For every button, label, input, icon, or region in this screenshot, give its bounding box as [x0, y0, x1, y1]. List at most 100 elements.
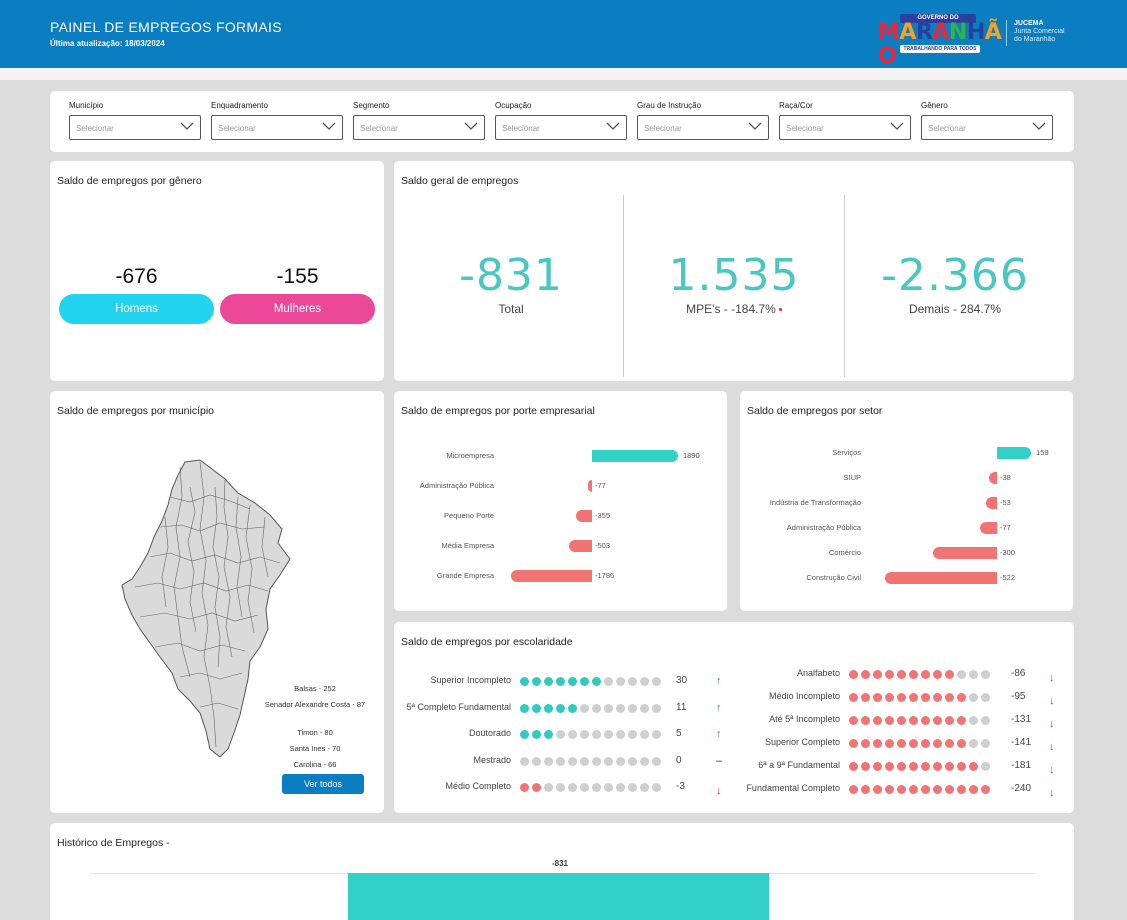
history-bar-label: -831	[551, 859, 568, 868]
sector-bar[interactable]	[885, 572, 997, 584]
city-item: Carolina - 66	[293, 760, 337, 769]
sector-card: Saldo de empregos por setor Serviços 159 S…	[740, 391, 1073, 611]
education-dot	[957, 670, 966, 679]
bar-label: Grande Empresa	[436, 571, 494, 580]
trend-down-icon: ↓	[1049, 672, 1055, 684]
bar-value: -300	[1000, 548, 1016, 557]
company-size-bar[interactable]	[510, 570, 592, 582]
maranhao-map[interactable]	[120, 457, 295, 757]
education-dot	[945, 762, 954, 771]
education-dot	[861, 785, 870, 794]
education-dot	[945, 670, 954, 679]
education-dot	[957, 785, 966, 794]
bar-value: -503	[595, 541, 611, 550]
sector-bar[interactable]	[997, 447, 1032, 459]
company-size-bar[interactable]	[569, 540, 592, 552]
women-value: -155	[276, 265, 319, 288]
bar-value: -355	[595, 511, 611, 520]
filter-municipio-select[interactable]: Selecionar	[69, 115, 201, 140]
education-dot	[885, 762, 894, 771]
history-card: Histórico de Empregos - -831	[50, 823, 1074, 920]
education-dots[interactable]	[849, 693, 993, 702]
chevron-down-icon	[1032, 122, 1046, 130]
filter-genero: Gênero Selecionar	[921, 101, 1053, 140]
kpi-other: -2.366 Demais - 284.7%	[845, 195, 1065, 377]
see-all-button[interactable]: Ver todos	[282, 774, 364, 794]
general-balance-card: Saldo geral de empregos -831 Total 1.535…	[394, 161, 1074, 381]
education-dot	[849, 670, 858, 679]
company-size-bar[interactable]	[588, 480, 592, 492]
chevron-down-icon	[890, 122, 904, 130]
education-dot	[861, 716, 870, 725]
education-dot	[945, 716, 954, 725]
education-dot	[849, 716, 858, 725]
filter-ocupacao-select[interactable]: Selecionar	[495, 115, 627, 140]
header-strip	[0, 68, 1127, 80]
education-dot	[969, 670, 978, 679]
education-dots[interactable]	[849, 785, 993, 794]
education-dot	[604, 703, 613, 713]
education-dots[interactable]	[520, 677, 664, 686]
education-dot	[580, 703, 589, 713]
education-value: -86	[1011, 668, 1026, 679]
education-dot	[909, 670, 918, 679]
education-dot	[652, 703, 661, 713]
education-dot	[921, 739, 930, 748]
sector-bar[interactable]	[980, 522, 997, 534]
education-dot	[544, 677, 553, 686]
filter-grau-instrucao-select[interactable]: Selecionar	[637, 115, 769, 140]
chevron-down-icon	[464, 122, 478, 130]
trend-down-icon: ↓	[1049, 718, 1055, 730]
education-dots[interactable]	[849, 716, 993, 725]
education-dot	[580, 677, 589, 686]
bar-value: -1786	[595, 571, 615, 580]
kpi-total-value: -831	[459, 250, 563, 301]
education-dot	[909, 739, 918, 748]
education-dot	[933, 762, 942, 771]
education-value: 11	[676, 701, 687, 713]
sector-bar[interactable]	[988, 472, 997, 484]
education-dot	[544, 703, 553, 713]
sector-bar[interactable]	[932, 547, 997, 559]
education-dot	[568, 677, 577, 686]
filter-grau-instrucao: Grau de Instrução Selecionar	[637, 101, 769, 140]
company-size-bar[interactable]	[592, 450, 678, 462]
education-dot	[897, 739, 906, 748]
filter-segmento-select[interactable]: Selecionar	[353, 115, 485, 140]
men-button[interactable]: Homens	[59, 294, 214, 324]
kpi-mpe-label-wrap: MPE's - -184.7%	[624, 302, 844, 316]
education-dot	[640, 677, 649, 686]
education-dot	[849, 739, 858, 748]
education-dot	[921, 670, 930, 679]
education-dots[interactable]	[849, 739, 993, 748]
kpi-other-label: Demais - 284.7%	[908, 302, 1002, 316]
company-size-bar[interactable]	[575, 510, 592, 522]
education-dot	[873, 785, 882, 794]
education-dot	[957, 693, 966, 702]
history-bar[interactable]	[348, 873, 769, 920]
filter-raca-cor-select[interactable]: Selecionar	[779, 115, 911, 140]
header-divider	[1006, 20, 1007, 46]
filter-ocupacao: Ocupação Selecionar	[495, 101, 627, 140]
education-dot	[933, 670, 942, 679]
filter-enquadramento-select[interactable]: Selecionar	[211, 115, 343, 140]
education-dots[interactable]	[520, 703, 664, 713]
women-button[interactable]: Mulheres	[220, 294, 375, 324]
education-dot	[885, 716, 894, 725]
bar-value: 1890	[683, 451, 700, 460]
education-dot	[933, 785, 942, 794]
bar-label: Serviços	[832, 448, 861, 457]
education-value: -141	[1011, 737, 1032, 748]
education-dots[interactable]	[849, 670, 993, 679]
education-dot	[981, 716, 990, 725]
education-dot	[945, 785, 954, 794]
education-label: Até 5ª Incompleto	[769, 714, 840, 724]
education-dot	[556, 677, 565, 686]
education-label: Médio Incompleto	[768, 691, 840, 701]
bar-value: -38	[1000, 473, 1011, 482]
filter-genero-select[interactable]: Selecionar	[921, 115, 1053, 140]
trend-down-icon: ↓	[1049, 741, 1055, 753]
education-label: Analfabeto	[796, 668, 840, 678]
education-dots[interactable]	[849, 762, 993, 771]
sector-bar[interactable]	[985, 497, 997, 509]
